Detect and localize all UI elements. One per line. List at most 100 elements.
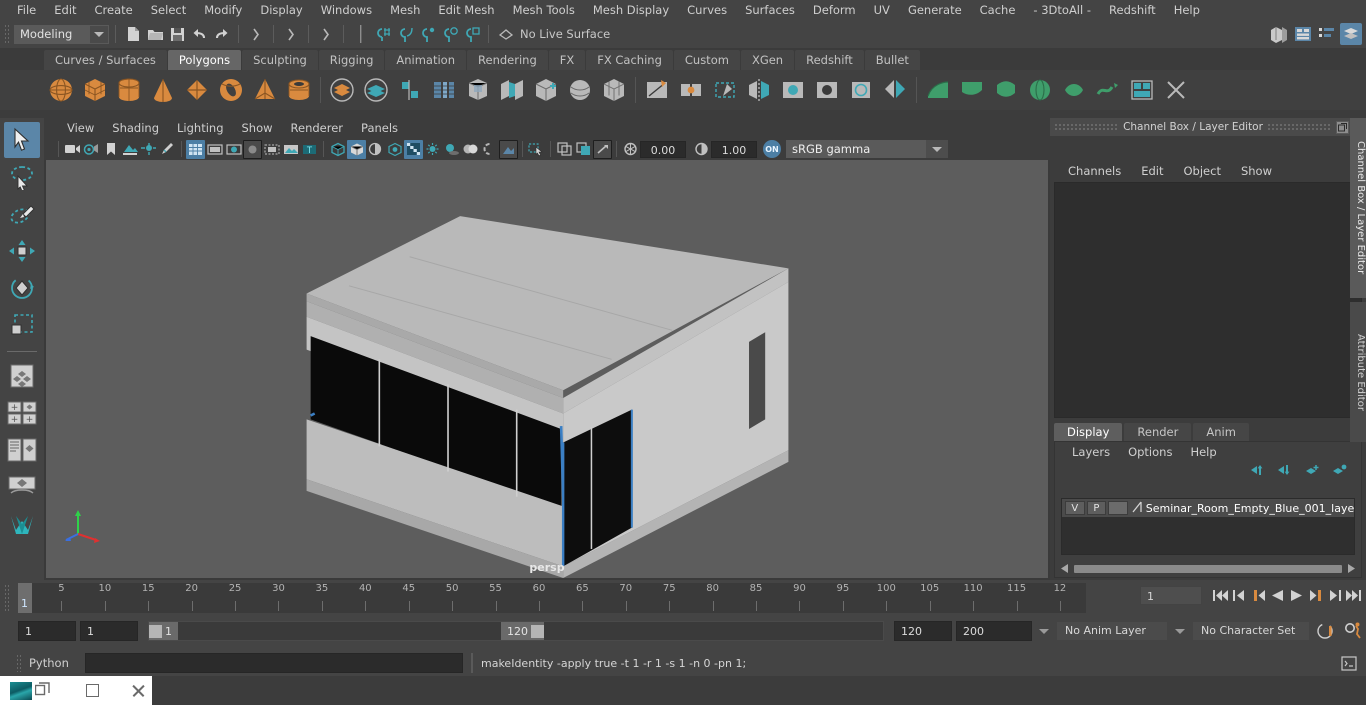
command-line-grip[interactable]: [16, 654, 23, 672]
uv-layout-icon[interactable]: [1125, 73, 1159, 107]
move-layer-down-icon[interactable]: [1278, 464, 1293, 479]
new-scene-icon[interactable]: [122, 23, 144, 45]
separate-icon[interactable]: [393, 73, 427, 107]
show-hide-attribute-editor-icon[interactable]: [1292, 23, 1314, 45]
viewport-menu-lighting[interactable]: Lighting: [168, 118, 232, 138]
go-to-start-icon[interactable]: [1212, 585, 1229, 605]
wireframe-shading-icon[interactable]: [328, 140, 347, 159]
channel-menu-edit[interactable]: Edit: [1131, 160, 1173, 182]
isolate-select-icon[interactable]: [527, 140, 546, 159]
uv-editor-icon[interactable]: [921, 73, 955, 107]
persp-outliner-layout-icon[interactable]: + + +: [4, 395, 40, 431]
menu-edit-mesh[interactable]: Edit Mesh: [429, 0, 503, 20]
color-profile-label[interactable]: sRGB gamma: [786, 140, 926, 158]
show-hide-tool-settings-icon[interactable]: [1316, 23, 1338, 45]
gate-mask-icon[interactable]: [243, 139, 262, 159]
new-layer-from-selected-icon[interactable]: [1332, 464, 1347, 479]
screen-space-ao-icon[interactable]: [461, 140, 480, 159]
shelf-tab-curves-surfaces[interactable]: Curves / Surfaces: [44, 50, 167, 70]
go-to-end-icon[interactable]: [1345, 585, 1362, 605]
maximize-window-icon[interactable]: [86, 684, 99, 697]
range-slider-left-handle[interactable]: 1: [149, 622, 178, 640]
viewport-menu-panels[interactable]: Panels: [352, 118, 407, 138]
undock-panel-icon[interactable]: [1336, 120, 1349, 134]
close-window-icon[interactable]: [131, 683, 146, 698]
extrude-icon[interactable]: [427, 73, 461, 107]
uv-cylindrical-icon[interactable]: [989, 73, 1023, 107]
exposure-gizmo-icon[interactable]: [621, 140, 640, 159]
select-tool[interactable]: [4, 122, 40, 158]
multisample-icon[interactable]: [499, 139, 518, 159]
layer-row[interactable]: V P Seminar_Room_Empty_Blue_001_layer: [1062, 499, 1354, 517]
shelf-tab-rigging[interactable]: Rigging: [318, 50, 385, 70]
menu-help[interactable]: Help: [1165, 0, 1209, 20]
side-tab-channel-box[interactable]: Channel Box / Layer Editor: [1350, 118, 1366, 298]
undo-icon[interactable]: [188, 23, 210, 45]
bevel-icon[interactable]: [461, 73, 495, 107]
playback-start-time-field[interactable]: 1: [80, 621, 138, 641]
snap-to-grid-icon[interactable]: [372, 23, 394, 45]
film-origin-icon[interactable]: [262, 140, 281, 159]
auto-keyframe-icon[interactable]: [1314, 621, 1338, 641]
viewport-menu-shading[interactable]: Shading: [103, 118, 168, 138]
step-forward-keyframe-icon[interactable]: [1326, 585, 1343, 605]
character-set-chevron-down-icon[interactable]: [1172, 628, 1188, 634]
shelf-tab-animation[interactable]: Animation: [385, 50, 467, 70]
layer-tab-display[interactable]: Display: [1054, 423, 1123, 442]
shelf-tab-fx[interactable]: FX: [548, 50, 586, 70]
resolution-gate-icon[interactable]: [224, 140, 243, 159]
make-hole-icon[interactable]: [810, 73, 844, 107]
gamma-field[interactable]: 1.00: [711, 140, 757, 158]
menu-mesh-tools[interactable]: Mesh Tools: [504, 0, 584, 20]
play-backwards-icon[interactable]: [1269, 585, 1286, 605]
menu-mesh[interactable]: Mesh: [381, 0, 429, 20]
poly-torus-icon[interactable]: [214, 73, 248, 107]
film-gate-icon[interactable]: [205, 140, 224, 159]
shelf-tab-polygons[interactable]: Polygons: [167, 50, 242, 70]
use-all-lights-icon[interactable]: [423, 140, 442, 159]
lasso-select-tool[interactable]: [4, 159, 40, 195]
uv-unfold-icon[interactable]: [1091, 73, 1125, 107]
channel-box-list[interactable]: [1054, 182, 1362, 418]
time-slider[interactable]: 1 5 10 15 20 25 30 35 40 45 50 55 60 65 70 75 80 85 90 95 1…: [18, 583, 1086, 613]
viewport-menu-show[interactable]: Show: [233, 118, 282, 138]
paint-select-tool[interactable]: [4, 196, 40, 232]
poly-cone-icon[interactable]: [146, 73, 180, 107]
move-layer-up-icon[interactable]: [1251, 464, 1266, 479]
menu-set-selector[interactable]: Modeling: [14, 24, 109, 44]
layer-list-horizontal-scrollbar[interactable]: [1061, 563, 1355, 574]
poly-plane-icon[interactable]: [180, 73, 214, 107]
animation-end-time-field[interactable]: 200: [956, 621, 1032, 641]
character-set-selector[interactable]: No Character Set: [1192, 621, 1310, 641]
xray-icon[interactable]: [555, 140, 574, 159]
viewport-3d-canvas[interactable]: persp: [46, 160, 1048, 578]
layer-menu-layers[interactable]: Layers: [1063, 442, 1119, 462]
poly-circularize-icon[interactable]: [844, 73, 878, 107]
bridge-icon[interactable]: [495, 73, 529, 107]
select-by-hierarchy-icon[interactable]: [245, 23, 267, 45]
menu-create[interactable]: Create: [86, 0, 142, 20]
time-slider-grip[interactable]: [4, 584, 11, 612]
shelf-tab-sculpting[interactable]: Sculpting: [242, 50, 318, 70]
uv-automatic-icon[interactable]: [1057, 73, 1091, 107]
select-camera-icon[interactable]: [63, 140, 82, 159]
show-hide-modeling-toolkit-icon[interactable]: [1268, 23, 1290, 45]
exposure-field[interactable]: 0.00: [640, 140, 686, 158]
snap-to-view-plane-icon[interactable]: [460, 23, 482, 45]
playback-end-time-field[interactable]: 120: [894, 621, 952, 641]
poly-cube-icon[interactable]: [78, 73, 112, 107]
shaded-and-wireframe-icon[interactable]: [366, 140, 385, 159]
restore-window-icon[interactable]: [34, 681, 50, 700]
scale-tool[interactable]: [4, 307, 40, 343]
shelf-tab-redshift[interactable]: Redshift: [795, 50, 864, 70]
xray-joints-2-icon[interactable]: [593, 139, 612, 159]
display-layer-list[interactable]: V P Seminar_Room_Empty_Blue_001_layer: [1061, 498, 1355, 555]
multi-cut-icon[interactable]: [640, 73, 674, 107]
poly-pyramid-icon[interactable]: [248, 73, 282, 107]
combine-icon[interactable]: [359, 73, 393, 107]
command-input[interactable]: [85, 653, 463, 673]
color-profile-chevron-down-icon[interactable]: [926, 140, 948, 158]
menu-deform[interactable]: Deform: [804, 0, 865, 20]
channel-menu-object[interactable]: Object: [1174, 160, 1231, 182]
four-view-layout-icon[interactable]: [4, 358, 40, 394]
